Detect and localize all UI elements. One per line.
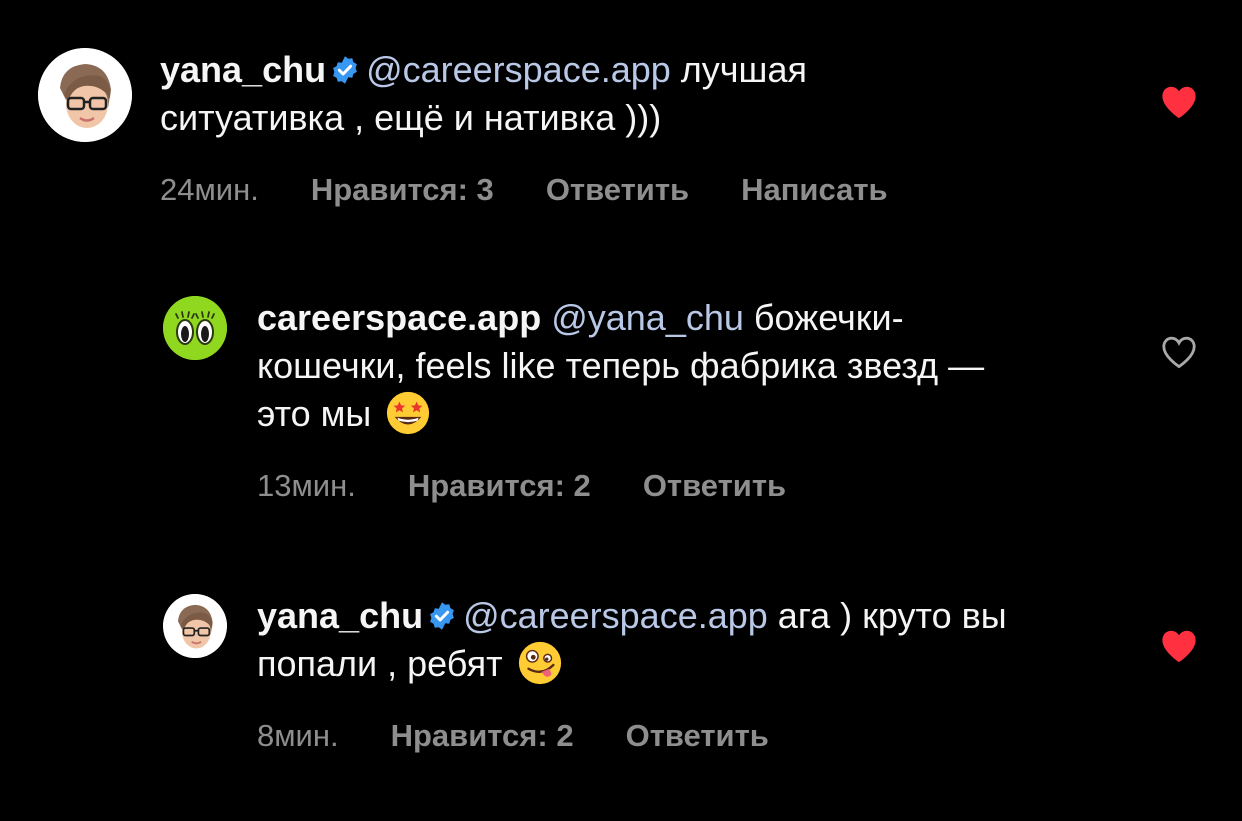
username[interactable]: yana_chu	[257, 595, 423, 636]
avatar[interactable]	[163, 594, 227, 658]
memoji-avatar-icon	[38, 48, 132, 142]
mention-link[interactable]: @careerspace.app	[366, 49, 671, 90]
comment-body: careerspace.app @yana_chu божечки-кошечк…	[257, 296, 1198, 504]
likes-count[interactable]: Нравится: 2	[391, 718, 574, 754]
comment-meta: 24мин. Нравится: 3 Ответить Написать	[160, 172, 1198, 208]
comment-meta: 13мин. Нравится: 2 Ответить	[257, 468, 1198, 504]
comment-text: careerspace.app @yana_chu божечки-кошечк…	[257, 294, 1047, 438]
comment-body: yana_chu @careerspace.app ага ) круто вы …	[257, 594, 1198, 754]
verified-badge-icon	[427, 601, 457, 631]
avatar[interactable]	[38, 48, 132, 142]
mention-link[interactable]: @careerspace.app	[463, 595, 768, 636]
comment-text: yana_chu @careerspace.app ага ) круто вы …	[257, 592, 1047, 688]
username[interactable]: yana_chu	[160, 49, 326, 90]
likes-count[interactable]: Нравится: 2	[408, 468, 591, 504]
mention-link[interactable]: @yana_chu	[551, 297, 744, 338]
likes-count[interactable]: Нравится: 3	[311, 172, 494, 208]
zany-face-emoji-icon	[517, 640, 563, 686]
verified-badge-icon	[330, 55, 360, 85]
heart-filled-icon[interactable]	[1160, 628, 1198, 664]
heart-filled-icon[interactable]	[1160, 84, 1198, 120]
timestamp: 13мин.	[257, 468, 356, 503]
avatar[interactable]	[163, 296, 227, 360]
comment-meta: 8мин. Нравится: 2 Ответить	[257, 718, 1198, 754]
comment-text: yana_chu @careerspace.app лучшая ситуатив…	[160, 46, 950, 142]
send-message-button[interactable]: Написать	[741, 172, 888, 208]
memoji-avatar-icon	[163, 594, 227, 658]
heart-outline-icon[interactable]	[1160, 334, 1198, 370]
username[interactable]: careerspace.app	[257, 297, 541, 338]
comment-1: yana_chu @careerspace.app лучшая ситуатив…	[38, 48, 1198, 208]
star-struck-emoji-icon	[385, 390, 431, 436]
reply-button[interactable]: Ответить	[546, 172, 689, 208]
reply-button[interactable]: Ответить	[643, 468, 786, 504]
careerspace-eyes-logo	[163, 296, 227, 360]
comment-3: yana_chu @careerspace.app ага ) круто вы …	[163, 594, 1198, 754]
comment-body: yana_chu @careerspace.app лучшая ситуатив…	[160, 48, 1198, 208]
timestamp: 24мин.	[160, 172, 259, 207]
reply-button[interactable]: Ответить	[626, 718, 769, 754]
timestamp: 8мин.	[257, 718, 339, 753]
comment-2: careerspace.app @yana_chu божечки-кошечк…	[163, 296, 1198, 504]
